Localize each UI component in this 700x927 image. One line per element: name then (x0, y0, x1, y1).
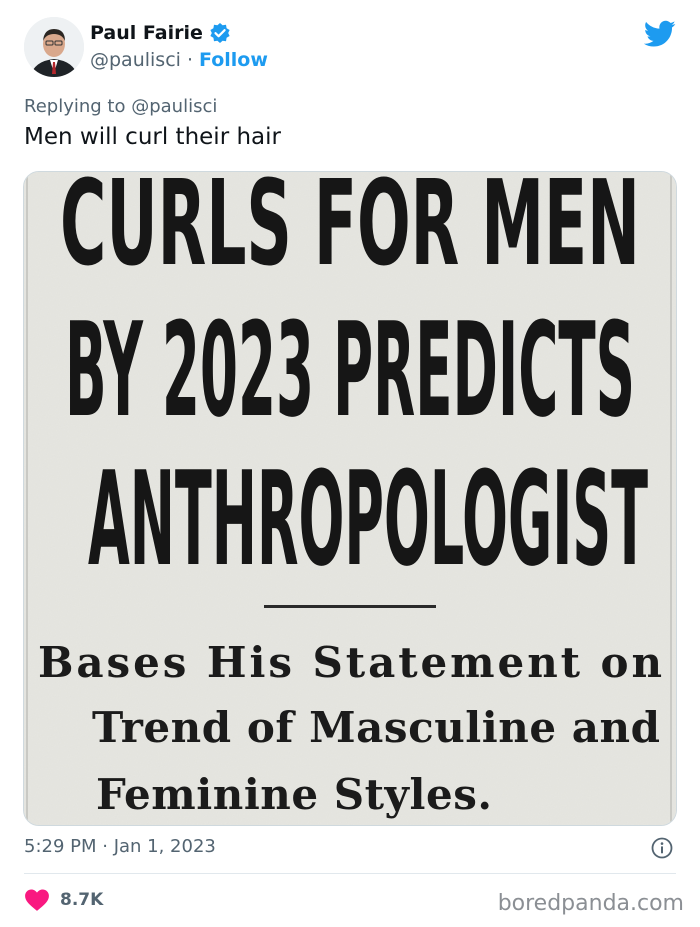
avatar[interactable] (24, 17, 84, 77)
subhead-line-2: Trend of Masculine and (92, 703, 660, 752)
verified-badge-icon (209, 22, 231, 44)
tweet-media-image[interactable]: CURLS FOR MEN BY 2023 PREDICTS ANTHROPOL… (23, 171, 677, 826)
author-name[interactable]: Paul Fairie (90, 22, 203, 44)
separator: · (186, 49, 193, 71)
author-handle[interactable]: @paulisci (90, 49, 181, 71)
watermark: boredpanda.com (497, 891, 684, 916)
headline-rule (264, 605, 436, 608)
tweet-timestamp[interactable]: 5:29 PM · Jan 1, 2023 (24, 836, 216, 857)
subhead-line-3: Feminine Styles. (96, 770, 492, 819)
heart-icon[interactable] (24, 888, 50, 912)
headline-line-1: CURLS FOR MEN (60, 172, 640, 292)
headline-line-2: BY 2023 PREDICTS (65, 294, 635, 446)
follow-button[interactable]: Follow (199, 49, 268, 71)
like-count: 8.7K (60, 890, 104, 910)
replying-mention[interactable]: @paulisci (131, 96, 217, 117)
like-action[interactable]: 8.7K (24, 888, 103, 912)
replying-prefix: Replying to (24, 96, 126, 117)
divider (24, 873, 676, 874)
replying-to: Replying to @paulisci (24, 96, 217, 117)
info-icon[interactable] (651, 837, 673, 859)
headline-line-3: ANTHROPOLOGIST (88, 443, 648, 595)
author-handle-row: @paulisci · Follow (90, 49, 268, 71)
tweet-text: Men will curl their hair (24, 124, 281, 150)
twitter-bird-icon[interactable] (643, 20, 676, 48)
author-name-row: Paul Fairie (90, 22, 231, 44)
